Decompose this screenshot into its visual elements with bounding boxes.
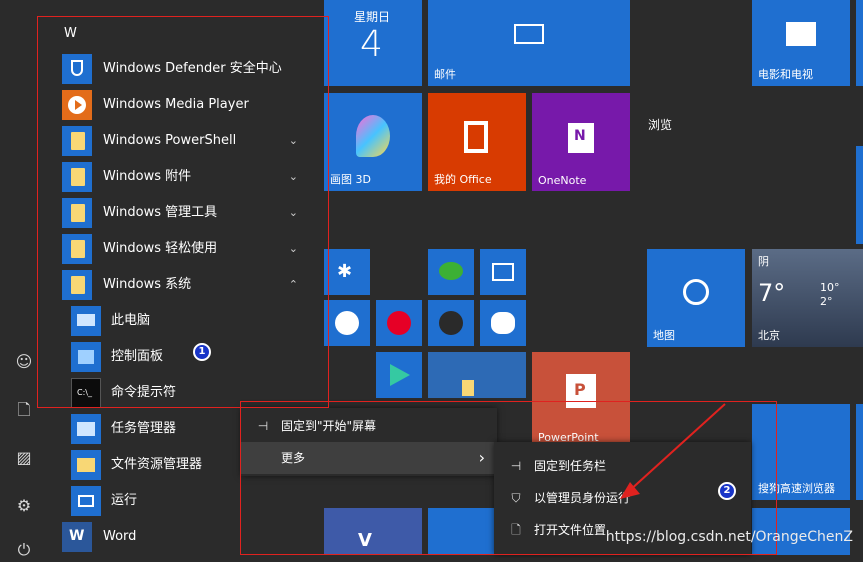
watermark: https://blog.csdn.net/OrangeChenZ	[605, 529, 853, 545]
annotation-arrow	[620, 403, 726, 499]
